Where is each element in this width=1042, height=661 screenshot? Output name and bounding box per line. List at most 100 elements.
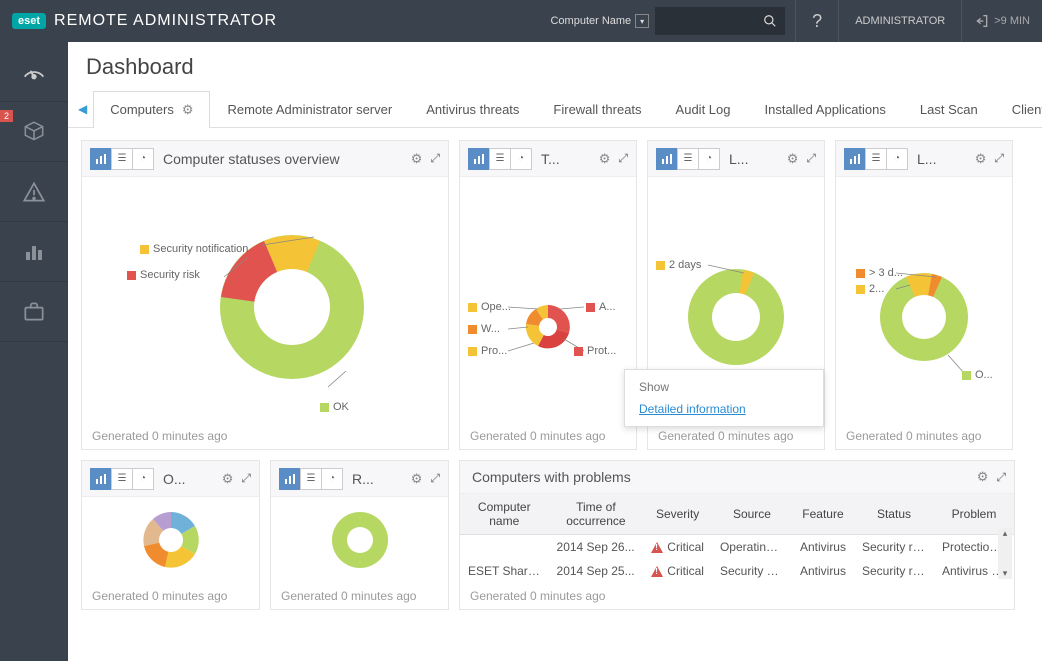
chart-type-pie[interactable]: ◔ bbox=[132, 468, 154, 490]
search-scope-dropdown[interactable]: ▾ bbox=[635, 14, 649, 28]
table-row[interactable]: 2014 Sep 26... Critical Operating s... A… bbox=[460, 535, 1014, 560]
col-severity[interactable]: Severity bbox=[643, 494, 712, 535]
tab-scroll-left[interactable]: ◀ bbox=[72, 102, 93, 116]
chart-type-list[interactable]: ☰ bbox=[111, 148, 133, 170]
gear-icon[interactable]: ⚙ bbox=[599, 151, 611, 167]
panel-title: O... bbox=[163, 471, 222, 487]
panel-title: T... bbox=[541, 151, 599, 167]
expand-icon[interactable]: ⤢ bbox=[806, 151, 816, 166]
donut-chart bbox=[82, 177, 448, 417]
col-source[interactable]: Source bbox=[712, 494, 792, 535]
expand-icon[interactable]: ⤢ bbox=[430, 471, 440, 486]
chart-type-bar[interactable] bbox=[90, 468, 112, 490]
sidebar-item-threats[interactable] bbox=[0, 162, 68, 222]
tooltip-popup: Show Detailed information bbox=[624, 369, 824, 427]
expand-icon[interactable]: ⤢ bbox=[430, 151, 440, 166]
sidebar-item-computers[interactable]: 2 bbox=[0, 102, 68, 162]
logout-button[interactable]: >9 MIN bbox=[962, 13, 1042, 29]
tab-era-server[interactable]: Remote Administrator server bbox=[210, 90, 409, 127]
critical-icon bbox=[651, 566, 663, 577]
col-feature[interactable]: Feature bbox=[792, 494, 854, 535]
bars-icon bbox=[22, 240, 46, 264]
gear-icon[interactable]: ⚙ bbox=[411, 471, 423, 487]
chart-type-pie[interactable]: ◔ bbox=[132, 148, 154, 170]
chart-type-pie[interactable]: ◔ bbox=[698, 148, 720, 170]
gear-icon[interactable]: ⚙ bbox=[411, 151, 423, 167]
popup-link[interactable]: Detailed information bbox=[639, 402, 746, 416]
search-label: Computer Name bbox=[550, 15, 631, 27]
tab-firewall-threats[interactable]: Firewall threats bbox=[536, 90, 658, 127]
expand-icon[interactable]: ⤢ bbox=[618, 151, 628, 166]
panel-footer: Generated 0 minutes ago bbox=[82, 423, 448, 449]
panel-last-update: ☰◔ L... ⚙⤢ bbox=[835, 140, 1013, 450]
cube-icon bbox=[21, 119, 47, 145]
problems-table: Computer name Time of occurrence Severit… bbox=[460, 494, 1014, 583]
gear-icon[interactable]: ⚙ bbox=[787, 151, 799, 167]
expand-icon[interactable]: ⤢ bbox=[241, 471, 251, 486]
tabs-row: ◀ Computers ⚙ Remote Administrator serve… bbox=[68, 90, 1042, 128]
chart-type-pie[interactable]: ◔ bbox=[886, 148, 908, 170]
critical-icon bbox=[651, 542, 663, 553]
panel-rogue: ☰◔ R... ⚙ ⤢ Generated 0 minutes ago bbox=[270, 460, 449, 610]
page-title: Dashboard bbox=[68, 42, 1042, 90]
panel-footer: Generated 0 minutes ago bbox=[271, 583, 448, 609]
donut-chart bbox=[836, 177, 1012, 417]
tab-installed-apps[interactable]: Installed Applications bbox=[747, 90, 902, 127]
panel-title: L... bbox=[729, 151, 787, 167]
panel-top-threats: ☰◔ T... ⚙ ⤢ bbox=[459, 140, 637, 450]
panel-computers-with-problems: Computers with problems ⚙ ⤢ Computer name… bbox=[459, 460, 1015, 610]
help-button[interactable]: ? bbox=[796, 0, 838, 42]
chart-type-pie[interactable]: ◔ bbox=[510, 148, 532, 170]
sidebar-item-reports[interactable] bbox=[0, 222, 68, 282]
table-row[interactable]: ESET Shared... 2014 Sep 25... Critical S… bbox=[460, 559, 1014, 583]
briefcase-icon bbox=[21, 299, 47, 325]
gauge-icon bbox=[20, 58, 48, 86]
gear-icon[interactable]: ⚙ bbox=[182, 102, 194, 118]
chart-type-bar[interactable] bbox=[279, 468, 301, 490]
panel-title: Computers with problems bbox=[472, 469, 977, 485]
gear-icon[interactable]: ⚙ bbox=[977, 469, 989, 485]
sidebar-item-dashboard[interactable] bbox=[0, 42, 68, 102]
donut-chart bbox=[131, 500, 211, 580]
admin-label[interactable]: ADMINISTRATOR bbox=[839, 15, 961, 27]
panel-footer: Generated 0 minutes ago bbox=[82, 583, 259, 609]
panel-computer-statuses-overview: ☰ ◔ Computer statuses overview ⚙ ⤢ bbox=[81, 140, 449, 450]
chart-type-bar[interactable] bbox=[468, 148, 490, 170]
chart-type-bar[interactable] bbox=[656, 148, 678, 170]
expand-icon[interactable]: ⤢ bbox=[994, 151, 1004, 166]
panel-title: Computer statuses overview bbox=[163, 151, 411, 167]
tab-antivirus-threats[interactable]: Antivirus threats bbox=[409, 90, 536, 127]
expand-icon[interactable]: ⤢ bbox=[996, 470, 1006, 485]
search-icon bbox=[763, 14, 777, 28]
chart-type-list[interactable]: ☰ bbox=[300, 468, 322, 490]
chart-type-pie[interactable]: ◔ bbox=[321, 468, 343, 490]
chart-type-bar[interactable] bbox=[90, 148, 112, 170]
tab-client-tasks[interactable]: Client Tas bbox=[995, 90, 1042, 127]
col-computer-name[interactable]: Computer name bbox=[460, 494, 549, 535]
search-input[interactable] bbox=[655, 7, 785, 35]
panel-os: ☰◔ O... ⚙ ⤢ bbox=[81, 460, 260, 610]
col-status[interactable]: Status bbox=[854, 494, 934, 535]
chart-type-list[interactable]: ☰ bbox=[489, 148, 511, 170]
sidebar-badge: 2 bbox=[0, 110, 13, 122]
panel-title: R... bbox=[352, 471, 411, 487]
tab-last-scan[interactable]: Last Scan bbox=[903, 90, 995, 127]
tab-audit-log[interactable]: Audit Log bbox=[659, 90, 748, 127]
logout-icon bbox=[974, 13, 990, 29]
sidebar-item-admin[interactable] bbox=[0, 282, 68, 342]
logo-badge: eset bbox=[12, 13, 46, 29]
gear-icon[interactable]: ⚙ bbox=[222, 471, 234, 487]
col-time[interactable]: Time of occurrence bbox=[549, 494, 644, 535]
chart-type-list[interactable]: ☰ bbox=[677, 148, 699, 170]
chart-type-list[interactable]: ☰ bbox=[865, 148, 887, 170]
popup-title: Show bbox=[639, 380, 809, 394]
chart-type-bar[interactable] bbox=[844, 148, 866, 170]
app-title: REMOTE ADMINISTRATOR bbox=[54, 12, 277, 30]
tab-computers[interactable]: Computers ⚙ bbox=[93, 91, 210, 128]
panel-footer: Generated 0 minutes ago bbox=[836, 423, 1012, 449]
scrollbar[interactable]: ▴▾ bbox=[998, 528, 1012, 579]
chart-type-list[interactable]: ☰ bbox=[111, 468, 133, 490]
gear-icon[interactable]: ⚙ bbox=[975, 151, 987, 167]
donut-chart bbox=[460, 177, 636, 417]
sidebar: 2 bbox=[0, 42, 68, 661]
